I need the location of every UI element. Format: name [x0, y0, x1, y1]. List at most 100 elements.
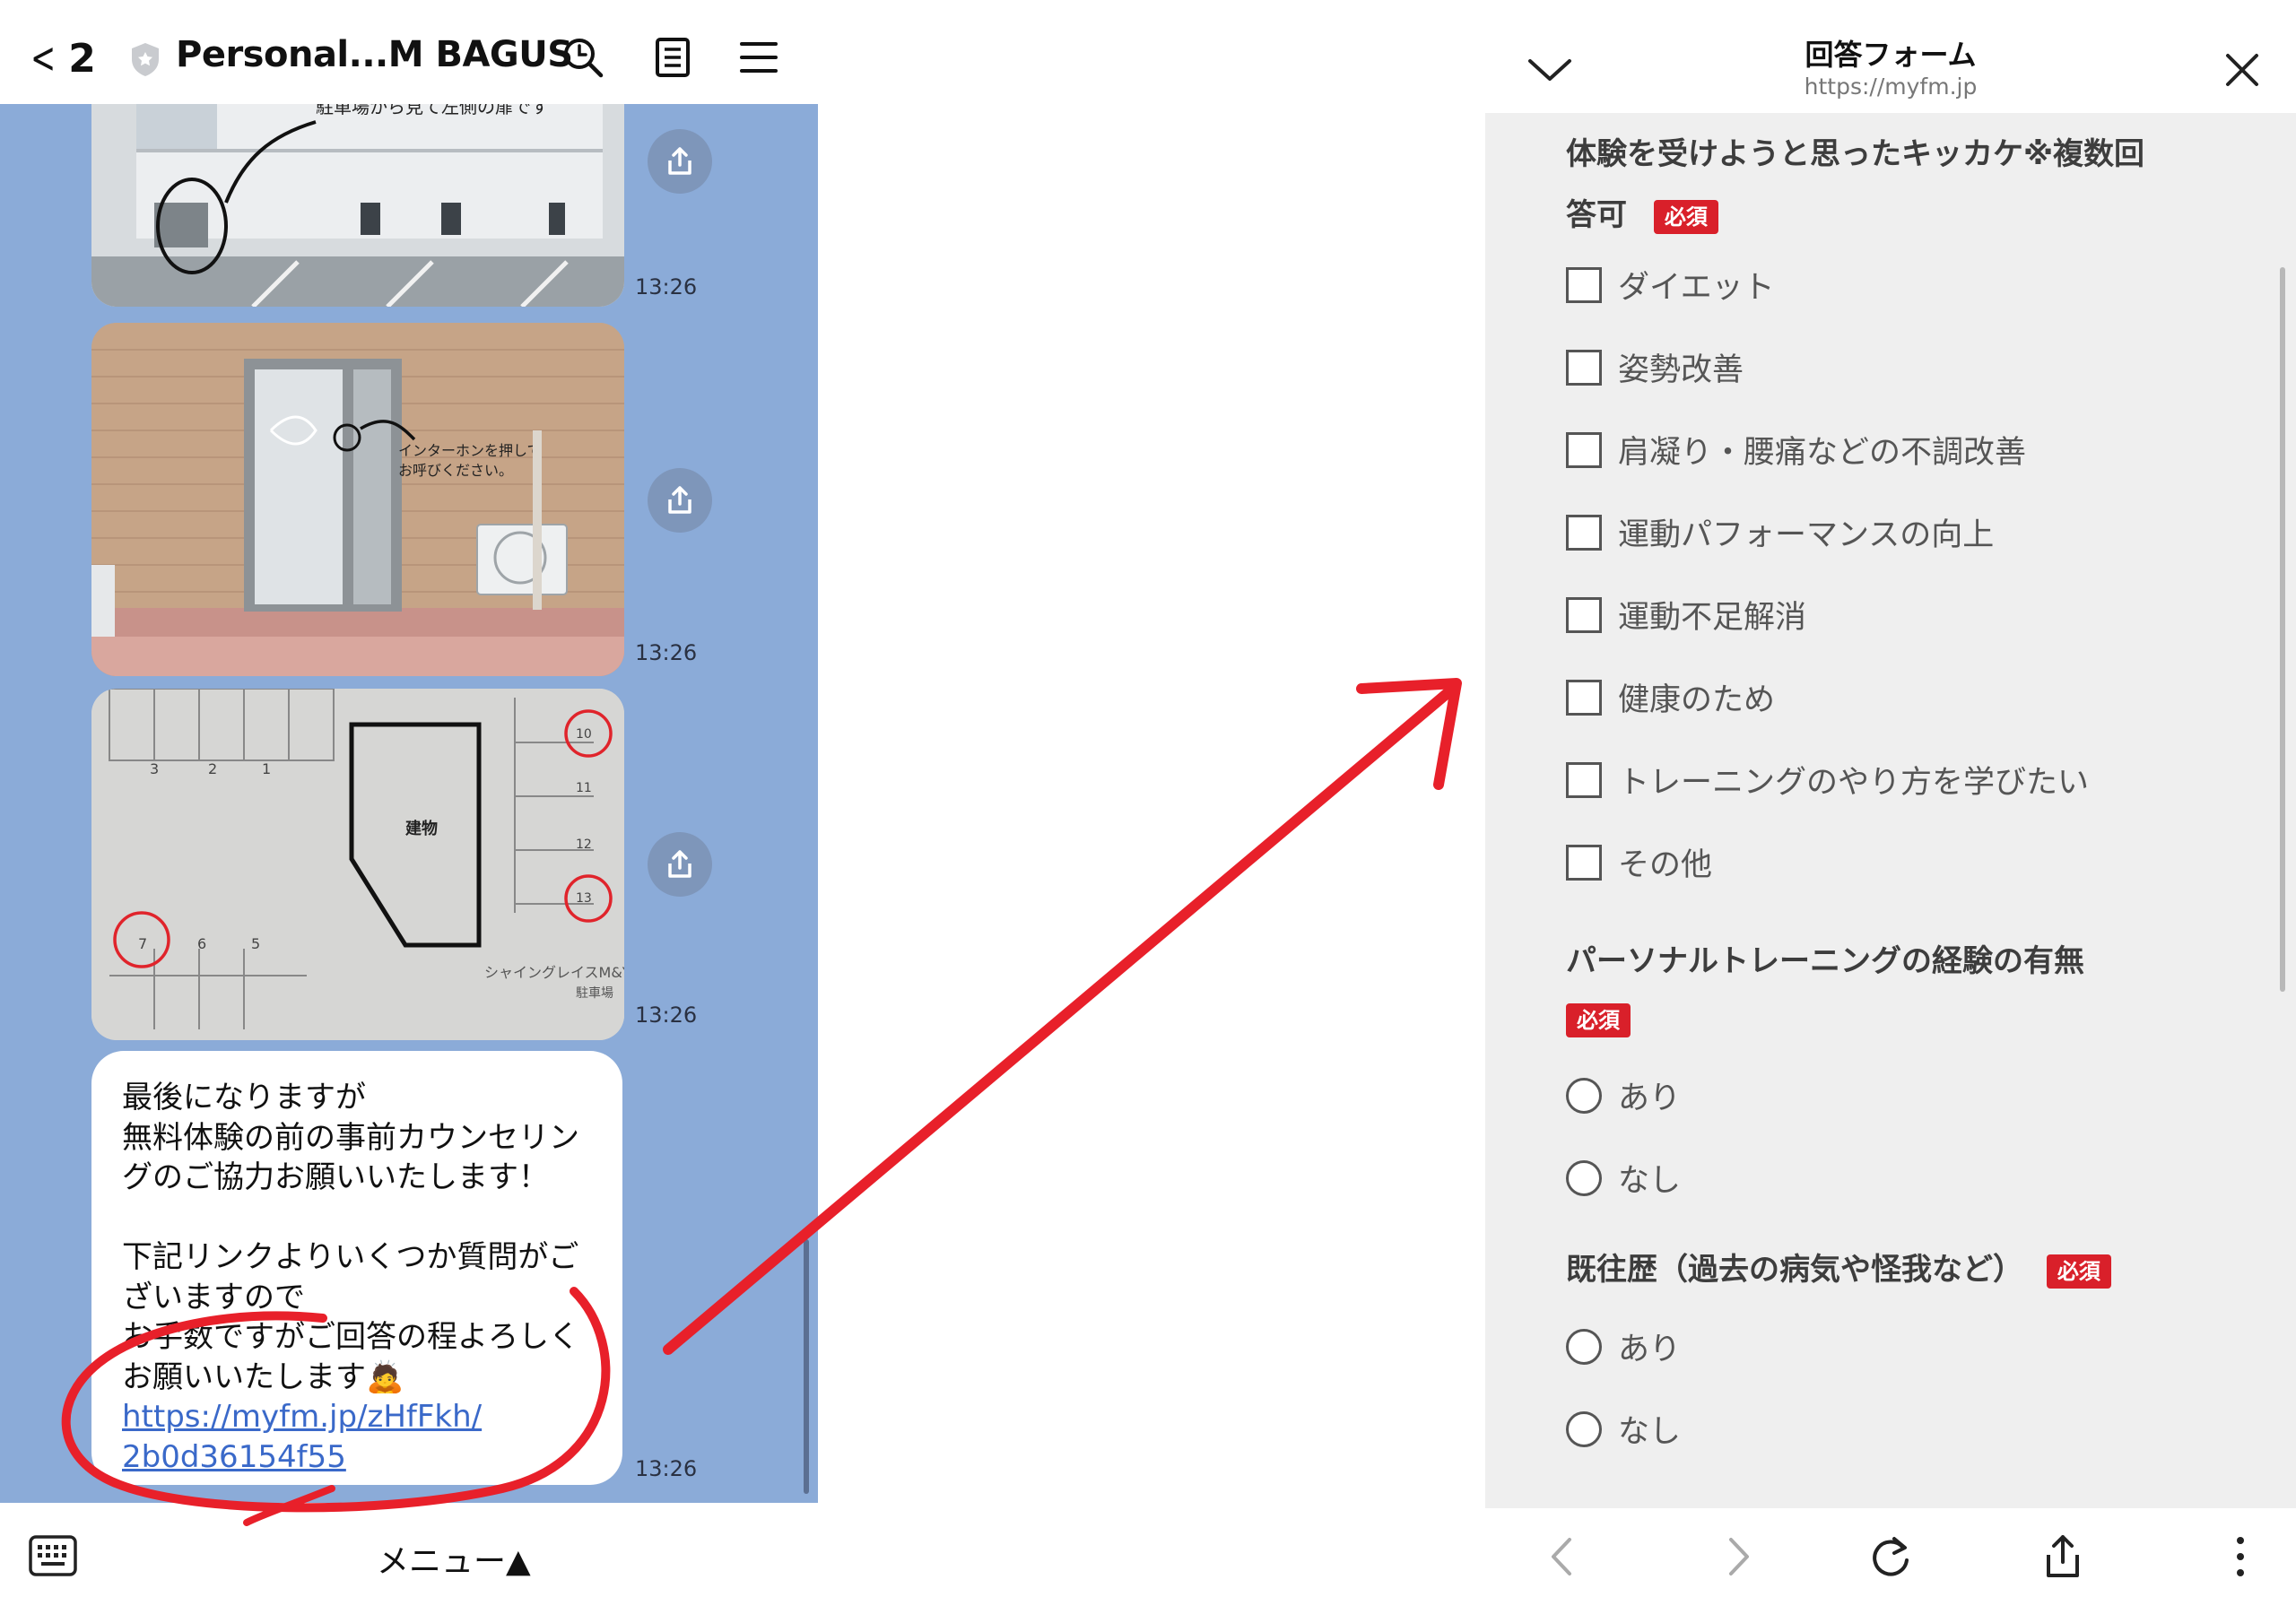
reload-button[interactable] [1862, 1528, 1919, 1585]
photo-parking-map[interactable]: 3 2 1 建物 10 11 12 13 7 6 5 シャイングレイスM&Y 駐… [91, 689, 624, 1040]
share-button[interactable] [648, 129, 712, 194]
form-link[interactable]: https://myfm.jp/zHfFkh/ [122, 1397, 592, 1437]
browser-header: 回答フォーム https://myfm.jp [1485, 0, 2296, 113]
checkbox[interactable] [1566, 431, 1602, 468]
photo-caption-line1: インターホンを押して [398, 442, 542, 459]
menu-button[interactable] [734, 32, 784, 82]
arrow-head [1356, 678, 1462, 790]
option-label: あり [1618, 1332, 1682, 1367]
checkbox-option[interactable]: 運動パフォーマンスの向上 [1566, 509, 1994, 555]
share-button[interactable] [2034, 1528, 2092, 1585]
message-bubble[interactable]: 最後になりますが 無料体験の前の事前カウンセリン グのご協力お願いいたします！ … [91, 1051, 622, 1485]
radio-button[interactable] [1566, 1410, 1602, 1447]
space-1: 1 [262, 760, 271, 777]
share-icon [2047, 1535, 2079, 1577]
checkbox[interactable] [1566, 844, 1602, 881]
notes-button[interactable] [648, 32, 698, 82]
message-time: 13:26 [635, 1002, 698, 1028]
reload-icon [1873, 1537, 1909, 1576]
keyboard-icon [29, 1535, 77, 1576]
answer-form[interactable]: 体験を受けようと思ったキッカケ※複数回 答可 必須 ダイエット 姿勢改善 肩凝り… [1485, 113, 2296, 1508]
message-line: お手数ですがご回答の程よろしく [122, 1319, 579, 1355]
checkbox-option[interactable]: その他 [1566, 839, 1712, 885]
radio-option[interactable]: あり [1566, 1324, 1681, 1369]
building-label: 建物 [405, 819, 438, 838]
forward-button[interactable] [1709, 1528, 1767, 1585]
chevron-left-icon: < [30, 33, 57, 83]
photo-caption-line2: お呼びください。 [398, 462, 513, 479]
question-title-text: 既往歴（過去の病気や怪我など） [1566, 1252, 2023, 1288]
option-label: 肩凝り・腰痛などの不調改善 [1618, 435, 2027, 471]
space-2: 2 [208, 760, 217, 777]
back-button[interactable]: < 2 [25, 32, 96, 84]
message-line: 最後になりますが [122, 1080, 366, 1115]
share-icon [668, 147, 691, 175]
space-6: 6 [197, 935, 206, 952]
message-line: 下記リンクよりいくつか質問がご [122, 1239, 579, 1275]
chat-title: Personal...M BAGUS [176, 34, 573, 75]
chat-message-area[interactable]: 駐車場から見て左側の扉です 13:26 インターホンを押して お呼びください。 … [0, 104, 818, 1503]
question-badge-row: 必須 [1566, 1001, 1631, 1037]
question-title-text: 答可 [1566, 197, 1627, 233]
space-12: 12 [576, 838, 592, 852]
checkbox[interactable] [1566, 761, 1602, 798]
space-13: 13 [576, 891, 592, 906]
checkbox[interactable] [1566, 596, 1602, 633]
share-icon [668, 850, 691, 878]
question-title-row: 既往歴（過去の病気や怪我など） 必須 [1566, 1245, 2111, 1289]
checkbox-option[interactable]: トレーニングのやり方を学びたい [1566, 757, 2089, 803]
search-button[interactable] [558, 32, 608, 82]
required-badge: 必須 [1566, 1002, 1631, 1037]
back-arrow-icon [1552, 1538, 1571, 1575]
option-label: なし [1618, 1414, 1682, 1450]
photo-entrance[interactable]: インターホンを押して お呼びください。 [91, 323, 624, 676]
checkbox-option[interactable]: 運動不足解消 [1566, 592, 1806, 638]
line-chat-screen: < 2 Personal...M BAGUS 駐車場から見て左側の扉です 13:… [0, 0, 818, 1623]
space-10: 10 [576, 727, 592, 742]
more-button[interactable] [2212, 1528, 2269, 1585]
checkbox-option[interactable]: 肩凝り・腰痛などの不調改善 [1566, 427, 2026, 473]
radio-option[interactable]: あり [1566, 1072, 1681, 1118]
form-link-continued[interactable]: 2b0d36154f55 [122, 1437, 592, 1478]
share-button[interactable] [648, 468, 712, 533]
close-button[interactable] [2217, 45, 2267, 95]
rich-menu-toggle[interactable]: メニュー▲ [377, 1535, 531, 1582]
checkbox-option[interactable]: ダイエット [1566, 262, 1775, 308]
checkbox[interactable] [1566, 679, 1602, 716]
share-button[interactable] [648, 832, 712, 897]
option-label: その他 [1618, 847, 1713, 883]
chat-scrollbar[interactable] [804, 1239, 809, 1494]
back-count: 2 [68, 35, 96, 82]
space-7: 7 [138, 935, 147, 952]
back-button[interactable] [1534, 1528, 1591, 1585]
radio-option[interactable]: なし [1566, 1406, 1681, 1452]
form-scrollbar[interactable] [2280, 267, 2285, 992]
option-label: 運動不足解消 [1618, 600, 1807, 636]
required-badge: 必須 [1653, 199, 1718, 234]
space-11: 11 [576, 781, 592, 795]
radio-button[interactable] [1566, 1328, 1602, 1365]
checkbox[interactable] [1566, 514, 1602, 551]
checkbox-option[interactable]: 姿勢改善 [1566, 344, 1744, 390]
message-time: 13:26 [635, 640, 698, 665]
radio-button[interactable] [1566, 1077, 1602, 1114]
message-line: お願いいたします🙇 [122, 1358, 404, 1395]
checkbox-option[interactable]: 健康のため [1566, 674, 1775, 720]
keyboard-button[interactable] [27, 1533, 79, 1578]
question-title: パーソナルトレーニングの経験の有無 [1566, 943, 2084, 979]
option-label: 運動パフォーマンスの向上 [1618, 517, 1995, 553]
checkbox[interactable] [1566, 349, 1602, 386]
radio-option[interactable]: なし [1566, 1155, 1681, 1201]
checkbox[interactable] [1566, 266, 1602, 303]
space-5: 5 [251, 935, 260, 952]
question-title: 体験を受けようと思ったキッカケ※複数回 [1566, 136, 2145, 172]
option-label: 健康のため [1618, 682, 1776, 718]
search-icon [564, 39, 604, 78]
photo-building-exterior[interactable]: 駐車場から見て左側の扉です [91, 104, 624, 307]
question-title-continued: 答可 必須 [1566, 190, 1718, 234]
more-vertical-icon [2237, 1537, 2244, 1576]
option-label: なし [1618, 1163, 1682, 1199]
radio-button[interactable] [1566, 1159, 1602, 1196]
forward-arrow-icon [1729, 1538, 1749, 1575]
